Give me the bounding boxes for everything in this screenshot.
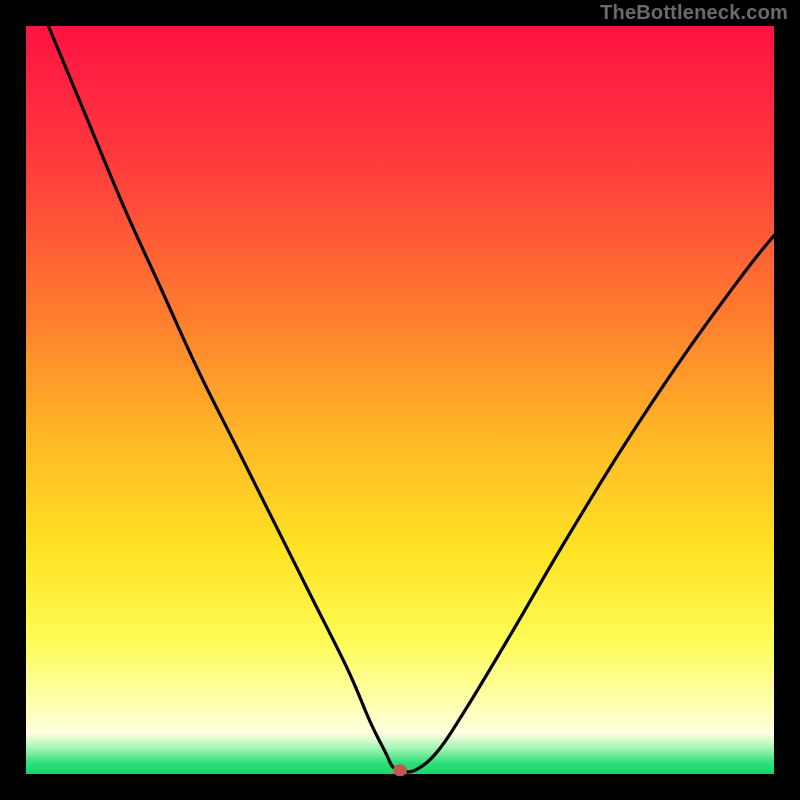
watermark-text: TheBottleneck.com bbox=[600, 2, 788, 25]
chart-svg bbox=[0, 0, 800, 800]
plot-area bbox=[26, 26, 774, 774]
optimal-point-marker bbox=[393, 764, 407, 776]
chart-frame: TheBottleneck.com bbox=[0, 0, 800, 800]
